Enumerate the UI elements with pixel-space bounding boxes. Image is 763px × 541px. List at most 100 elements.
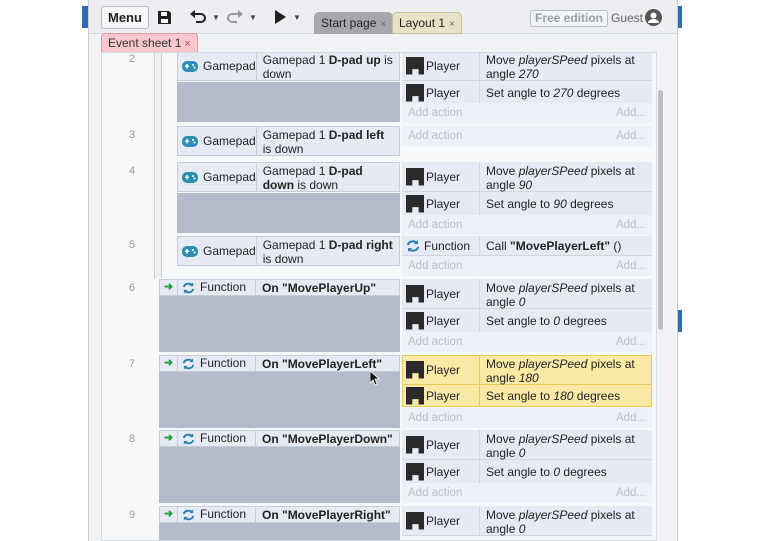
action-row[interactable]: Player Move playerSPeed pixels at angle … — [402, 162, 652, 192]
add-action-row[interactable]: Add action Add... — [402, 408, 652, 428]
close-icon[interactable]: × — [184, 38, 190, 50]
vertical-scrollbar[interactable] — [658, 90, 663, 330]
event-body — [159, 372, 400, 428]
event-sheet: 2 Gamepad Gamepad 1 D-pad up is down Pla… — [101, 52, 657, 541]
user-avatar-icon[interactable] — [645, 9, 662, 26]
arrow-right-icon[interactable]: ➜ — [160, 507, 178, 522]
condition-object: Gamepad — [178, 237, 257, 265]
menu-button[interactable]: Menu — [101, 6, 149, 29]
add-action-row[interactable]: Add action Add... — [402, 332, 652, 352]
condition-object-label: Function — [200, 431, 247, 445]
action-text: Call "MovePlayerLeft" () — [486, 239, 622, 253]
tab-layout-1[interactable]: Layout 1 × — [392, 12, 462, 34]
condition-row[interactable]: ➜ Function On "MovePlayerDown" — [159, 430, 400, 447]
action-object: Function — [402, 236, 480, 255]
sprite-icon — [406, 311, 424, 330]
action-row[interactable]: Player Set angle to 90 degrees — [402, 192, 652, 216]
save-icon[interactable] — [155, 8, 173, 26]
action-object: Player — [402, 460, 480, 483]
add-action-row[interactable]: Add action Add... — [402, 103, 652, 123]
function-icon — [182, 432, 195, 445]
event-body — [177, 193, 400, 233]
event-number: 7 — [129, 358, 136, 370]
add-action-row[interactable]: Add action Add... — [402, 215, 652, 235]
condition-text: On "MovePlayerRight" — [262, 508, 391, 522]
condition-row[interactable]: Gamepad Gamepad 1 D-pad down is down — [177, 162, 400, 192]
redo-dropdown-icon[interactable]: ▼ — [249, 13, 257, 22]
condition-text: On "MovePlayerDown" — [262, 432, 393, 446]
action-row[interactable]: Player Move playerSPeed pixels at angle … — [402, 506, 652, 536]
condition-text: On "MovePlayerLeft" — [262, 357, 383, 371]
event-number: 5 — [129, 239, 136, 251]
action-text: Set angle to 0 degrees — [486, 465, 607, 479]
tab-start-page[interactable]: Start page × — [314, 12, 394, 34]
action-text: Move playerSPeed pixels at angle 0 — [486, 432, 635, 460]
condition-row[interactable]: ➜ Function On "MovePlayerRight" — [159, 506, 400, 523]
tab-label: Layout 1 — [399, 16, 446, 30]
add-action-row[interactable]: Add action Add... — [402, 126, 652, 146]
play-icon[interactable] — [271, 8, 289, 26]
add-action-row[interactable]: Add action Add... — [402, 483, 652, 503]
group-indent — [154, 53, 162, 278]
event-body — [159, 447, 400, 503]
action-row[interactable]: Player Set angle to 270 degrees — [402, 81, 652, 105]
close-icon[interactable]: × — [380, 19, 386, 30]
action-text: Move playerSPeed pixels at angle 0 — [486, 281, 635, 309]
condition-object-label: Gamepad — [203, 134, 256, 148]
action-text: Set angle to 0 degrees — [486, 314, 607, 328]
action-text: Move playerSPeed pixels at angle 0 — [486, 508, 635, 536]
add-action-row[interactable]: Add action Add... — [402, 256, 652, 276]
free-edition-badge[interactable]: Free edition — [530, 10, 609, 27]
sprite-icon — [406, 511, 424, 530]
event-body — [159, 523, 400, 540]
action-object: Player — [402, 162, 480, 191]
action-object: Player — [402, 279, 480, 308]
event-number: 2 — [129, 53, 136, 65]
action-text: Move playerSPeed pixels at angle 270 — [486, 53, 635, 81]
action-row[interactable]: Player Set angle to 0 degrees — [402, 309, 652, 333]
play-dropdown-icon[interactable]: ▼ — [293, 13, 301, 22]
gamepad-icon — [182, 60, 198, 72]
condition-row[interactable]: Gamepad Gamepad 1 D-pad right is down — [177, 236, 400, 266]
action-object: Player — [402, 81, 480, 104]
action-object: Player — [402, 309, 480, 332]
close-icon[interactable]: × — [449, 19, 455, 30]
action-row[interactable]: Player Move playerSPeed pixels at angle … — [402, 279, 652, 309]
tab-label: Start page — [321, 16, 377, 30]
user-label[interactable]: Guest — [611, 11, 643, 25]
function-icon — [182, 357, 195, 370]
event-number: 3 — [129, 129, 136, 141]
action-row[interactable]: Player Move playerSPeed pixels at angle … — [402, 430, 652, 460]
function-icon — [407, 239, 419, 252]
undo-icon[interactable] — [189, 8, 207, 26]
arrow-right-icon[interactable]: ➜ — [160, 431, 178, 446]
action-row[interactable]: Function Call "MovePlayerLeft" () — [402, 236, 652, 256]
condition-row[interactable]: ➜ Function On "MovePlayerUp" — [159, 279, 400, 296]
gamepad-icon — [182, 245, 198, 257]
condition-text: Gamepad 1 D-pad down is down — [262, 164, 363, 192]
condition-object-label: Gamepad — [203, 59, 256, 73]
event-number: 4 — [129, 165, 136, 177]
event-number: 8 — [129, 433, 136, 445]
tab-event-sheet-1[interactable]: Event sheet 1 × — [101, 33, 198, 53]
condition-object: Function — [178, 507, 256, 522]
sprite-icon — [406, 284, 424, 303]
arrow-right-icon[interactable]: ➜ — [160, 280, 178, 295]
sprite-icon — [406, 435, 424, 454]
condition-object: Function — [178, 280, 256, 295]
gamepad-icon — [182, 171, 198, 183]
action-row[interactable]: Player Set angle to 0 degrees — [402, 460, 652, 484]
undo-dropdown-icon[interactable]: ▼ — [212, 13, 220, 22]
condition-row[interactable]: Gamepad Gamepad 1 D-pad up is down — [177, 53, 400, 81]
action-object: Player — [402, 430, 480, 459]
condition-row[interactable]: ➜ Function On "MovePlayerLeft" — [159, 355, 400, 372]
construct-editor-window: Menu ▼ ▼ ▼ Start page × Layout 1 × Free ed… — [88, 0, 678, 541]
condition-row[interactable]: Gamepad Gamepad 1 D-pad left is down — [177, 126, 400, 156]
action-text: Set angle to 270 degrees — [486, 86, 621, 100]
condition-object: Gamepad — [178, 127, 257, 155]
condition-object: Gamepad — [178, 53, 257, 80]
condition-object: Gamepad — [178, 163, 257, 191]
arrow-right-icon[interactable]: ➜ — [160, 356, 178, 371]
redo-icon[interactable] — [226, 8, 244, 26]
action-row[interactable]: Player Move playerSPeed pixels at angle … — [402, 53, 652, 81]
